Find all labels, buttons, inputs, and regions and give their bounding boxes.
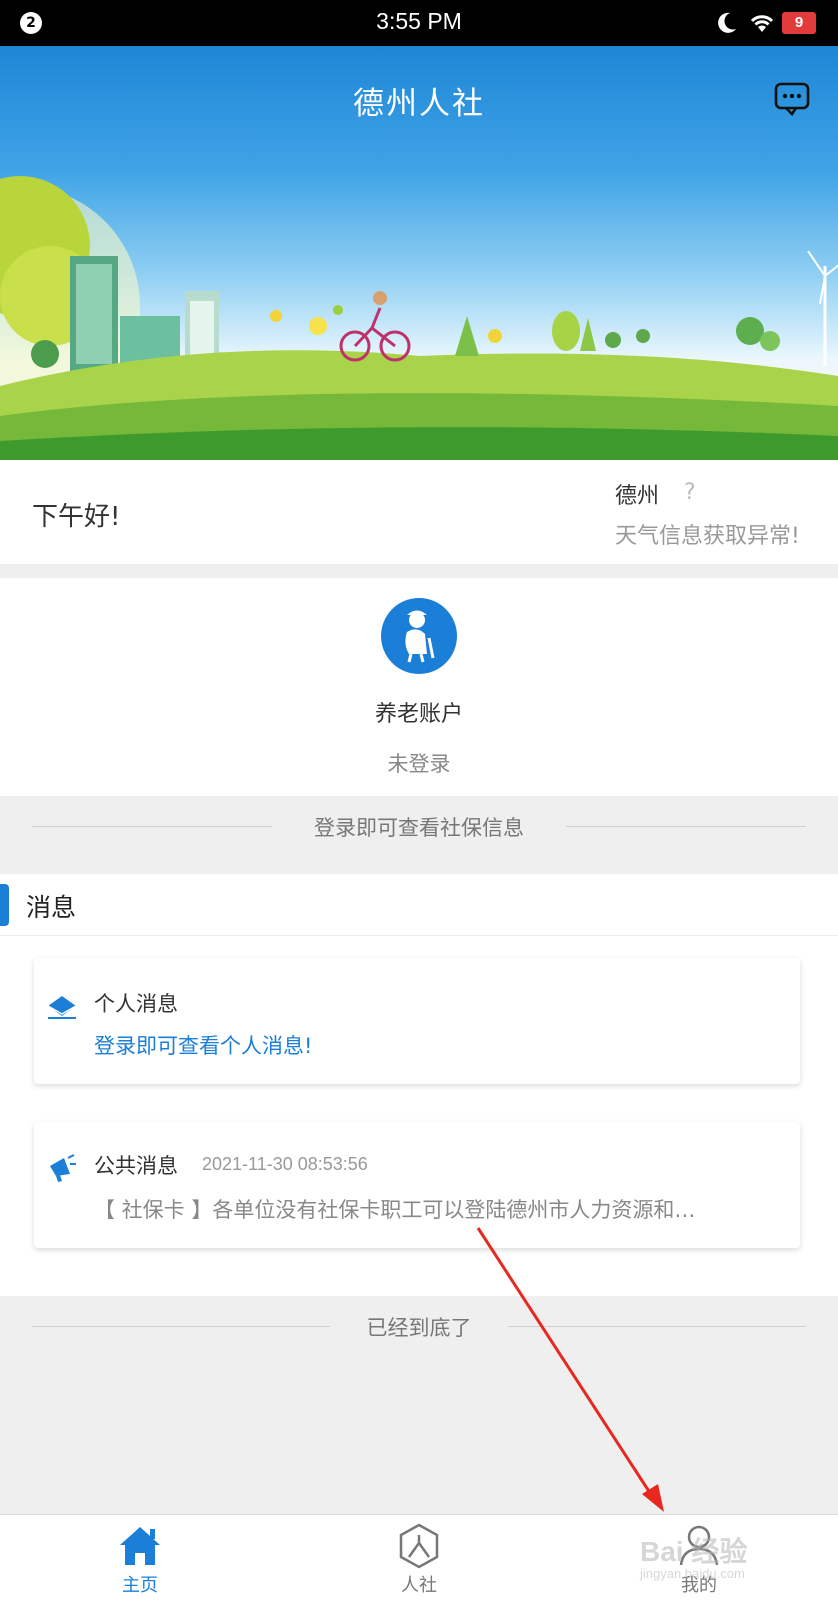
messages-header: 消息 xyxy=(0,874,838,936)
login-state: 未登录 xyxy=(387,752,451,776)
divider-line-right xyxy=(566,826,806,827)
elderly-person-icon xyxy=(381,598,457,674)
status-bar: 2 3:55 PM 9 xyxy=(0,0,838,46)
watermark-url: jingyan.baidu.com xyxy=(640,1566,745,1581)
section-accent-bar xyxy=(0,884,9,926)
nav-home[interactable]: 主页 xyxy=(80,1515,200,1600)
messages-title: 消息 xyxy=(26,893,77,922)
divider-line-right xyxy=(508,1326,806,1327)
greeting-panel: 下午好! 德州 ? 天气信息获取异常! xyxy=(0,460,838,564)
header-banner: 德州人社 xyxy=(0,46,838,460)
watermark-text: Bai 经验 xyxy=(640,1536,748,1567)
messages-section: 消息 个人消息 登录即可查看个人消息! 公共消息 2021-11-30 08:5… xyxy=(0,874,838,1296)
nav-renshe[interactable]: 人社 xyxy=(359,1515,479,1600)
app-title: 德州人社 xyxy=(353,86,485,122)
home-icon xyxy=(120,1527,160,1565)
public-message-summary: 【 社保卡 】各单位没有社保卡职工可以登陆德州市人力资源和… xyxy=(94,1198,696,1222)
greeting-text: 下午好! xyxy=(32,502,121,532)
personal-message-title: 个人消息 xyxy=(94,992,178,1016)
person-shield-icon xyxy=(399,1523,439,1569)
wifi-icon xyxy=(750,15,774,32)
pension-account-card[interactable]: 养老账户 未登录 xyxy=(0,578,838,796)
weather-status: 天气信息获取异常! xyxy=(615,524,800,549)
moon-icon xyxy=(718,12,736,33)
personal-message-login-link[interactable]: 登录即可查看个人消息! xyxy=(94,1030,312,1060)
nav-renshe-label: 人社 xyxy=(401,1575,437,1596)
chat-bubble-icon[interactable] xyxy=(774,82,810,116)
public-message-card[interactable]: 公共消息 2021-11-30 08:53:56 【 社保卡 】各单位没有社保卡… xyxy=(34,1122,800,1248)
public-message-title: 公共消息 xyxy=(94,1154,178,1178)
weather-city: 德州 xyxy=(615,484,660,509)
public-message-date: 2021-11-30 08:53:56 xyxy=(202,1154,368,1174)
megaphone-icon xyxy=(50,1154,76,1182)
weather-unknown-icon: ? xyxy=(684,480,696,505)
login-hint-text[interactable]: 登录即可查看社保信息 xyxy=(0,812,838,842)
end-of-list-row: 已经到底了 xyxy=(0,1306,838,1346)
envelope-icon xyxy=(47,996,77,1019)
end-of-list-text: 已经到底了 xyxy=(366,1316,472,1340)
battery-icon: 9 xyxy=(782,12,816,34)
pension-account-label: 养老账户 xyxy=(374,702,463,727)
personal-message-card[interactable]: 个人消息 登录即可查看个人消息! xyxy=(34,958,800,1084)
login-hint-row[interactable]: 登录即可查看社保信息 xyxy=(0,806,838,846)
nav-home-label: 主页 xyxy=(122,1575,158,1596)
